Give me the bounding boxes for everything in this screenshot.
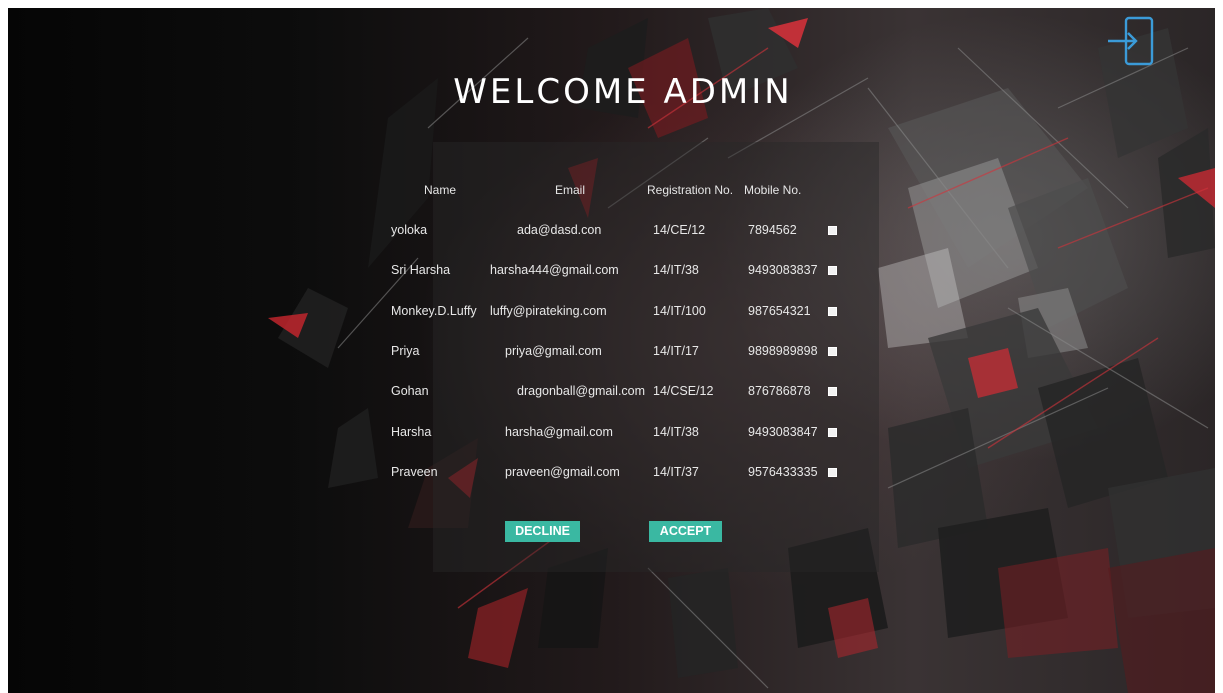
row-1-email: harsha444@gmail.com [490,263,619,277]
column-header-mobile: Mobile No. [744,183,802,197]
row-1-registration: 14/IT/38 [653,263,699,277]
row-6-name: Praveen [391,465,438,479]
row-4-email: dragonball@gmail.com [517,384,646,398]
decline-button[interactable]: DECLINE [505,521,580,542]
row-5-registration: 14/IT/38 [653,425,699,439]
page-title: WELCOME ADMIN [453,72,793,112]
row-4-name: Gohan [391,384,429,398]
column-header-registration: Registration No. [647,183,734,197]
row-5-mobile: 9493083847 [748,425,818,439]
row-1-select-checkbox[interactable] [828,266,837,275]
row-1-name: Sri Harsha [391,263,451,277]
row-5-name: Harsha [391,425,432,439]
column-header-email: Email [555,183,586,197]
app-window: WELCOME ADMIN Name Email Registration No… [8,8,1215,693]
row-3-select-checkbox[interactable] [828,347,837,356]
row-0-registration: 14/CE/12 [653,223,706,237]
row-2-email: luffy@pirateking.com [490,304,607,318]
row-1-mobile: 9493083837 [748,263,818,277]
row-3-name: Priya [391,344,420,358]
row-2-select-checkbox[interactable] [828,307,837,316]
row-0-email: ada@dasd.con [517,223,602,237]
row-4-mobile: 876786878 [748,384,811,398]
accept-button[interactable]: ACCEPT [649,521,722,542]
row-4-select-checkbox[interactable] [828,387,837,396]
row-6-select-checkbox[interactable] [828,468,837,477]
row-6-mobile: 9576433335 [748,465,818,479]
row-2-registration: 14/IT/100 [653,304,706,318]
row-3-registration: 14/IT/17 [653,344,699,358]
row-5-select-checkbox[interactable] [828,428,837,437]
row-6-email: praveen@gmail.com [505,465,620,479]
logout-icon[interactable] [1106,16,1156,68]
row-5-email: harsha@gmail.com [505,425,613,439]
row-0-select-checkbox[interactable] [828,226,837,235]
row-0-mobile: 7894562 [748,223,797,237]
row-3-mobile: 9898989898 [748,344,818,358]
row-2-mobile: 987654321 [748,304,811,318]
row-3-email: priya@gmail.com [505,344,602,358]
row-0-name: yoloka [391,223,428,237]
row-4-registration: 14/CSE/12 [653,384,714,398]
row-2-name: Monkey.D.Luffy [391,304,477,318]
row-6-registration: 14/IT/37 [653,465,699,479]
column-header-name: Name [424,183,457,197]
